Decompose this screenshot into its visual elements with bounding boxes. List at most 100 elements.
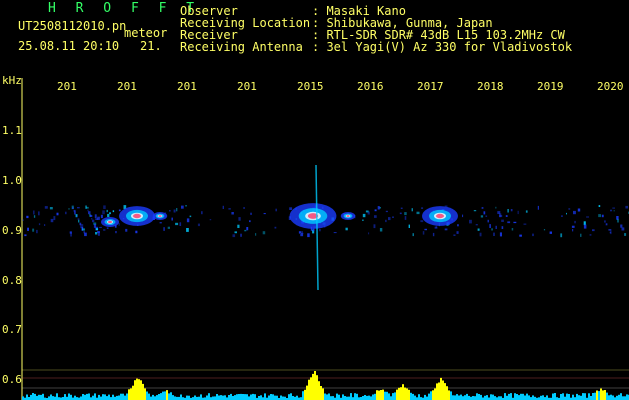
hist-bar xyxy=(112,394,114,400)
noise-speck xyxy=(456,231,459,234)
hist-bar xyxy=(26,394,28,400)
noise-speck xyxy=(171,217,173,221)
noise-speck xyxy=(613,210,615,212)
hist-bar xyxy=(522,393,524,400)
hist-bar xyxy=(378,390,380,400)
noise-speck xyxy=(24,234,27,237)
noise-speck xyxy=(505,215,508,217)
hist-bar xyxy=(476,393,478,400)
noise-speck xyxy=(72,207,74,209)
noise-speck xyxy=(97,216,100,220)
noise-speck xyxy=(491,228,493,231)
hist-bar xyxy=(540,395,542,400)
datetime: 25.08.11 20:10 xyxy=(18,39,120,53)
noise-speck xyxy=(92,219,95,223)
noise-speck xyxy=(404,216,407,220)
hist-bar xyxy=(122,393,124,400)
hist-bar xyxy=(578,395,580,400)
noise-speck xyxy=(173,209,176,213)
noise-speck xyxy=(412,233,414,237)
noise-speck xyxy=(523,223,527,225)
noise-speck xyxy=(109,212,111,215)
hist-bar xyxy=(166,390,168,400)
hist-bar xyxy=(158,394,160,400)
hist-bar xyxy=(592,393,594,400)
hist-bar xyxy=(68,393,70,400)
noise-speck xyxy=(185,205,187,207)
hist-bar xyxy=(606,392,608,400)
y-tick-label: 0.7 xyxy=(2,323,22,336)
noise-speck xyxy=(422,231,425,235)
noise-speck xyxy=(249,220,251,223)
noise-speck xyxy=(489,224,491,228)
noise-speck xyxy=(487,219,489,223)
hist-bar xyxy=(452,395,454,400)
file-name: UT2508112010.pn xyxy=(18,19,127,33)
hist-bar xyxy=(100,396,102,400)
hist-bar xyxy=(466,393,468,400)
hist-bar xyxy=(520,393,522,400)
hist-bar xyxy=(312,373,314,400)
x-tick-label: 201 xyxy=(57,80,77,93)
noise-speck xyxy=(479,232,482,237)
hist-bar xyxy=(392,393,394,400)
hist-bar xyxy=(566,393,568,400)
noise-speck xyxy=(399,212,402,215)
noise-speck xyxy=(78,219,80,223)
noise-speck xyxy=(373,224,376,229)
noise-speck xyxy=(234,231,237,234)
noise-speck xyxy=(560,233,563,238)
hist-bar xyxy=(508,393,510,400)
hist-bar xyxy=(408,389,410,400)
noise-speck xyxy=(107,213,110,217)
hist-bar xyxy=(270,394,272,400)
hist-bar xyxy=(276,395,278,400)
noise-speck xyxy=(583,224,587,229)
hist-bar xyxy=(40,394,42,400)
hist-bar xyxy=(626,394,628,400)
hist-bar xyxy=(528,395,530,400)
noise-speck xyxy=(537,205,539,210)
noise-speck xyxy=(411,208,413,212)
noise-speck xyxy=(580,233,582,237)
x-tick-label: 201 xyxy=(237,80,257,93)
noise-speck xyxy=(525,210,528,213)
noise-speck xyxy=(404,212,407,216)
hist-bar xyxy=(338,394,340,400)
hist-bar xyxy=(384,391,386,400)
hist-bar xyxy=(478,394,480,400)
noise-speck xyxy=(237,224,240,228)
noise-speck xyxy=(333,232,337,234)
noise-speck xyxy=(453,234,456,236)
noise-speck xyxy=(605,223,608,226)
hist-bar xyxy=(576,393,578,400)
hist-bar xyxy=(342,394,344,400)
noise-speck xyxy=(598,214,601,218)
hist-bar xyxy=(296,395,298,400)
hist-bar xyxy=(426,396,428,400)
x-tick-label: 201 xyxy=(177,80,197,93)
hist-bar xyxy=(396,389,398,400)
hist-bar xyxy=(424,394,426,400)
hist-bar xyxy=(136,378,138,400)
hist-bar xyxy=(188,395,190,400)
hist-bar xyxy=(400,387,402,400)
noise-speck xyxy=(345,227,348,231)
noise-speck xyxy=(231,212,234,215)
noise-speck xyxy=(571,225,575,228)
noise-speck xyxy=(94,214,97,218)
noise-speck xyxy=(421,207,424,209)
hist-bar xyxy=(604,390,606,400)
noise-speck xyxy=(125,228,128,232)
hist-bar xyxy=(516,394,518,400)
hist-bar xyxy=(180,394,182,400)
hist-bar xyxy=(272,394,274,400)
echo-blob xyxy=(346,215,350,217)
noise-speck xyxy=(617,218,619,223)
hist-bar xyxy=(254,394,256,400)
hist-bar xyxy=(510,393,512,400)
noise-speck xyxy=(228,208,231,210)
hist-bar xyxy=(622,396,624,400)
noise-speck xyxy=(99,226,102,228)
hist-bar xyxy=(348,396,350,400)
